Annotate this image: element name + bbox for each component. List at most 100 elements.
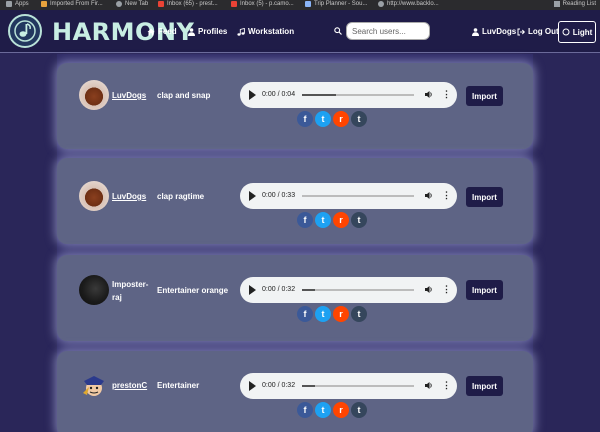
- post-card: LuvDogs clap ragtime 0:00 / 0:33 ⋮ Impor…: [57, 158, 533, 244]
- more-options-icon[interactable]: ⋮: [442, 190, 451, 201]
- play-icon[interactable]: [249, 285, 256, 295]
- share-buttons: f t r t: [297, 212, 367, 228]
- logout-button[interactable]: Log Out: [517, 27, 559, 36]
- circle-icon: [562, 28, 570, 36]
- search-icon: [334, 27, 342, 35]
- nav-workstation[interactable]: Workstation: [237, 27, 294, 36]
- nav-feed[interactable]: Feed: [147, 27, 177, 36]
- cartoon-avatar-icon: [83, 376, 104, 396]
- avatar[interactable]: [79, 275, 109, 305]
- tumblr-share-icon[interactable]: t: [351, 111, 367, 127]
- post-title: Entertainer orange: [157, 286, 229, 295]
- more-options-icon[interactable]: ⋮: [442, 89, 451, 100]
- bookmark-apps[interactable]: Apps: [6, 1, 29, 7]
- post-card: Imposter-raj Entertainer orange 0:00 / 0…: [57, 255, 533, 341]
- more-options-icon[interactable]: ⋮: [442, 284, 451, 295]
- volume-icon[interactable]: [424, 285, 433, 296]
- twitter-share-icon[interactable]: t: [315, 402, 331, 418]
- audio-player[interactable]: 0:00 / 0:32 ⋮: [240, 373, 457, 399]
- audio-seek-bar[interactable]: [302, 385, 414, 387]
- navbar: HARMONY Feed Profiles Workstation LuvDog…: [0, 10, 600, 53]
- bookmark-new-tab[interactable]: New Tab: [116, 1, 148, 7]
- audio-time: 0:00 / 0:33: [262, 192, 296, 199]
- tumblr-share-icon[interactable]: t: [351, 212, 367, 228]
- gmail-icon: [158, 1, 164, 7]
- reddit-share-icon[interactable]: r: [333, 212, 349, 228]
- share-buttons: f t r t: [297, 402, 367, 418]
- search-bar: [334, 22, 430, 40]
- bookmarks-bar: Apps Imported From Fir... New Tab Inbox …: [0, 0, 600, 10]
- import-button[interactable]: Import: [466, 280, 503, 300]
- facebook-share-icon[interactable]: f: [297, 306, 313, 322]
- avatar[interactable]: [79, 181, 109, 211]
- tumblr-share-icon[interactable]: t: [351, 306, 367, 322]
- audio-time: 0:00 / 0:32: [262, 286, 296, 293]
- import-button[interactable]: Import: [466, 376, 503, 396]
- post-card: prestonC Entertainer 0:00 / 0:32 ⋮ Impor…: [57, 351, 533, 432]
- bookmark-imported[interactable]: Imported From Fir...: [41, 1, 103, 7]
- tumblr-share-icon[interactable]: t: [351, 402, 367, 418]
- post-title: Entertainer: [157, 381, 200, 390]
- more-options-icon[interactable]: ⋮: [442, 380, 451, 391]
- bookmark-trip-planner[interactable]: Trip Planner - Sou...: [305, 1, 367, 7]
- facebook-share-icon[interactable]: f: [297, 212, 313, 228]
- apps-icon: [6, 1, 12, 7]
- facebook-share-icon[interactable]: f: [297, 111, 313, 127]
- post-username[interactable]: LuvDogs: [112, 89, 146, 102]
- post-username[interactable]: LuvDogs: [112, 190, 146, 203]
- audio-progress: [302, 289, 316, 291]
- volume-icon[interactable]: [424, 381, 433, 392]
- home-icon: [147, 28, 155, 35]
- avatar[interactable]: [79, 80, 109, 110]
- reddit-share-icon[interactable]: r: [333, 306, 349, 322]
- audio-time: 0:00 / 0:04: [262, 91, 296, 98]
- logo-icon[interactable]: [8, 14, 42, 48]
- audio-player[interactable]: 0:00 / 0:33 ⋮: [240, 183, 457, 209]
- audio-seek-bar[interactable]: [302, 195, 414, 197]
- nav-user[interactable]: LuvDogs: [472, 27, 516, 36]
- avatar[interactable]: [79, 371, 109, 401]
- post-username[interactable]: Imposter-raj: [112, 278, 150, 304]
- theme-toggle-button[interactable]: Light: [558, 21, 596, 43]
- audio-seek-bar[interactable]: [302, 289, 414, 291]
- reading-list[interactable]: Reading List: [553, 1, 596, 7]
- audio-player[interactable]: 0:00 / 0:04 ⋮: [240, 82, 457, 108]
- import-button[interactable]: Import: [466, 187, 503, 207]
- search-input[interactable]: [346, 22, 430, 40]
- twitter-share-icon[interactable]: t: [315, 212, 331, 228]
- post-card: LuvDogs clap and snap 0:00 / 0:04 ⋮ Impo…: [57, 63, 533, 149]
- nav-profiles[interactable]: Profiles: [188, 27, 227, 36]
- post-title: clap ragtime: [157, 192, 205, 201]
- globe-icon: [378, 1, 384, 7]
- facebook-share-icon[interactable]: f: [297, 402, 313, 418]
- volume-icon[interactable]: [424, 90, 433, 101]
- play-icon[interactable]: [249, 90, 256, 100]
- gmail-icon: [231, 1, 237, 7]
- play-icon[interactable]: [249, 191, 256, 201]
- twitter-share-icon[interactable]: t: [315, 306, 331, 322]
- reading-list-icon: [553, 1, 560, 7]
- post-title: clap and snap: [157, 91, 211, 100]
- audio-time: 0:00 / 0:32: [262, 382, 296, 389]
- share-buttons: f t r t: [297, 306, 367, 322]
- audio-seek-bar[interactable]: [302, 94, 414, 96]
- bookmark-inbox-5[interactable]: Inbox (5) - p.camo...: [231, 1, 294, 7]
- volume-icon[interactable]: [424, 191, 433, 202]
- music-note-icon: [14, 20, 36, 42]
- reddit-share-icon[interactable]: r: [333, 402, 349, 418]
- bookmark-backlog[interactable]: http://www.backlo...: [378, 1, 439, 7]
- play-icon[interactable]: [249, 381, 256, 391]
- feed: LuvDogs clap and snap 0:00 / 0:04 ⋮ Impo…: [57, 54, 533, 432]
- audio-player[interactable]: 0:00 / 0:32 ⋮: [240, 277, 457, 303]
- sign-out-icon: [517, 28, 525, 35]
- music-icon: [237, 27, 245, 36]
- import-button[interactable]: Import: [466, 86, 503, 106]
- share-buttons: f t r t: [297, 111, 367, 127]
- bookmark-inbox-65[interactable]: Inbox (65) - prest...: [158, 1, 218, 7]
- reddit-share-icon[interactable]: r: [333, 111, 349, 127]
- audio-progress: [302, 94, 336, 96]
- twitter-share-icon[interactable]: t: [315, 111, 331, 127]
- plane-icon: [305, 1, 311, 7]
- post-username[interactable]: prestonC: [112, 379, 147, 392]
- user-icon: [188, 27, 195, 36]
